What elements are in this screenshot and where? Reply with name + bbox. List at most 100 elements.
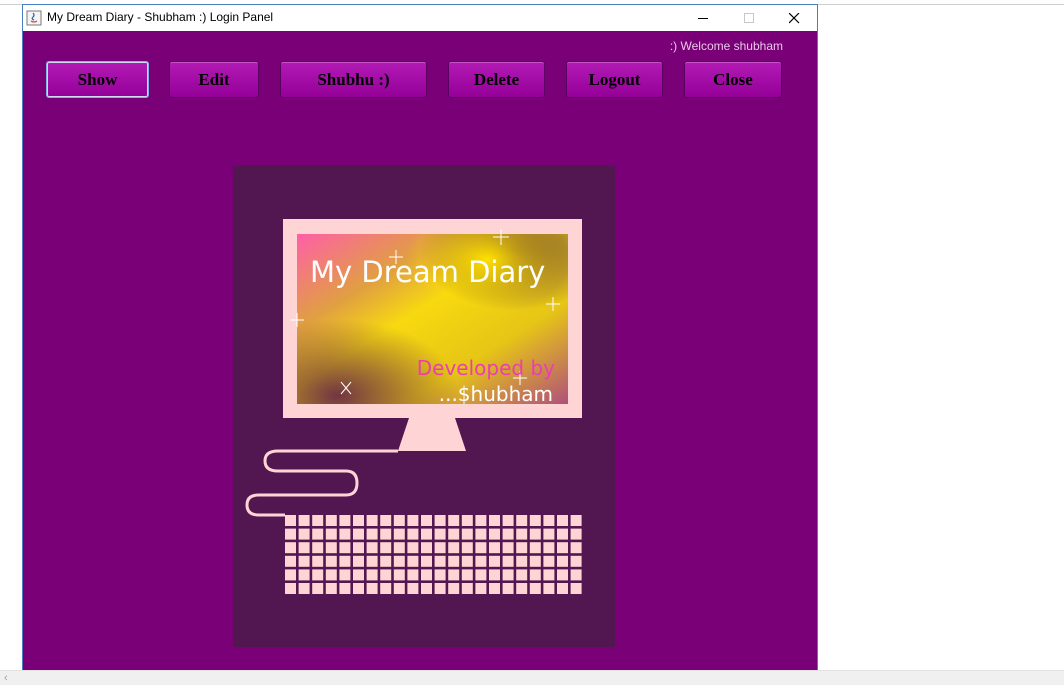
- keyboard-key: [461, 542, 473, 554]
- keyboard-key: [502, 555, 514, 567]
- keyboard-key: [366, 583, 378, 594]
- keyboard-key: [353, 569, 364, 581]
- keyboard-key: [298, 542, 310, 554]
- keyboard-key: [448, 528, 460, 540]
- keyboard-key: [434, 528, 446, 540]
- keyboard-key: [421, 528, 432, 540]
- keyboard-key: [339, 515, 351, 526]
- keyboard-key: [339, 528, 351, 540]
- monitor-stand: [398, 418, 466, 451]
- minimize-button[interactable]: [680, 5, 726, 31]
- keyboard-key: [529, 583, 541, 594]
- keyboard-key: [339, 569, 351, 581]
- keyboard-key: [448, 555, 460, 567]
- keyboard-key: [516, 542, 528, 554]
- shubhu-button[interactable]: Shubhu :): [280, 61, 427, 98]
- keyboard-key: [421, 583, 432, 594]
- keyboard-key: [366, 528, 378, 540]
- keyboard-key: [448, 569, 460, 581]
- keyboard-key: [516, 515, 528, 526]
- splash-image: My Dream Diary Developed by ...$hubham: [233, 165, 615, 647]
- keyboard-key: [475, 528, 487, 540]
- keyboard-key: [325, 583, 337, 594]
- keyboard-key: [502, 583, 514, 594]
- keyboard-key: [489, 569, 500, 581]
- keyboard-key: [380, 583, 392, 594]
- keyboard-key: [312, 515, 324, 526]
- keyboard-key: [285, 555, 296, 567]
- keyboard-key: [312, 528, 324, 540]
- welcome-label: :) Welcome shubham: [669, 39, 783, 53]
- keyboard-key: [448, 515, 460, 526]
- keyboard-key: [366, 555, 378, 567]
- keyboard-key: [529, 515, 541, 526]
- keyboard: [285, 515, 582, 594]
- keyboard-key: [325, 555, 337, 567]
- horizontal-scrollbar[interactable]: ‹: [0, 670, 1064, 685]
- keyboard-key: [557, 542, 568, 554]
- keyboard-key: [461, 583, 473, 594]
- splash-title: My Dream Diary: [310, 255, 545, 289]
- keyboard-key: [366, 569, 378, 581]
- keyboard-key: [339, 583, 351, 594]
- keyboard-key: [543, 569, 555, 581]
- keyboard-key: [543, 555, 555, 567]
- keyboard-key: [461, 528, 473, 540]
- keyboard-key: [516, 555, 528, 567]
- keyboard-key: [393, 515, 405, 526]
- keyboard-key: [407, 583, 419, 594]
- title-bar[interactable]: My Dream Diary - Shubham :) Login Panel: [23, 5, 817, 31]
- keyboard-key: [407, 515, 419, 526]
- keyboard-key: [557, 555, 568, 567]
- desktop-left-strip: [0, 5, 22, 670]
- keyboard-key: [353, 542, 364, 554]
- keyboard-key: [285, 528, 296, 540]
- keyboard-key: [475, 583, 487, 594]
- keyboard-key: [325, 515, 337, 526]
- keyboard-key: [434, 515, 446, 526]
- keyboard-key: [529, 528, 541, 540]
- keyboard-key: [298, 555, 310, 567]
- keyboard-key: [516, 528, 528, 540]
- delete-button[interactable]: Delete: [448, 61, 545, 98]
- keyboard-key: [393, 542, 405, 554]
- keyboard-key: [325, 542, 337, 554]
- keyboard-key: [461, 569, 473, 581]
- keyboard-key: [393, 528, 405, 540]
- keyboard-key: [339, 555, 351, 567]
- keyboard-key: [543, 528, 555, 540]
- keyboard-key: [529, 569, 541, 581]
- keyboard-key: [285, 583, 296, 594]
- keyboard-key: [393, 569, 405, 581]
- keyboard-key: [543, 515, 555, 526]
- keyboard-key: [461, 555, 473, 567]
- maximize-icon: [744, 13, 754, 23]
- main-window: My Dream Diary - Shubham :) Login Panel …: [22, 4, 818, 683]
- keyboard-key: [285, 542, 296, 554]
- keyboard-key: [380, 528, 392, 540]
- keyboard-key: [502, 528, 514, 540]
- content-panel: :) Welcome shubham Show Edit Shubhu :) D…: [23, 31, 817, 682]
- splash-author: ...$hubham: [439, 382, 553, 406]
- scroll-left-icon[interactable]: ‹: [4, 671, 8, 685]
- close-window-button[interactable]: [771, 5, 817, 31]
- keyboard-key: [516, 583, 528, 594]
- show-button[interactable]: Show: [46, 61, 149, 98]
- maximize-button[interactable]: [726, 5, 772, 31]
- keyboard-key: [434, 542, 446, 554]
- keyboard-key: [353, 583, 364, 594]
- keyboard-key: [407, 569, 419, 581]
- keyboard-key: [543, 542, 555, 554]
- keyboard-key: [475, 542, 487, 554]
- minimize-icon: [698, 18, 708, 19]
- edit-button[interactable]: Edit: [169, 61, 259, 98]
- keyboard-key: [285, 515, 296, 526]
- keyboard-key: [502, 515, 514, 526]
- keyboard-key: [298, 515, 310, 526]
- keyboard-key: [421, 515, 432, 526]
- keyboard-key: [298, 569, 310, 581]
- keyboard-key: [393, 583, 405, 594]
- keyboard-key: [570, 555, 582, 567]
- logout-button[interactable]: Logout: [566, 61, 663, 98]
- close-button[interactable]: Close: [684, 61, 782, 98]
